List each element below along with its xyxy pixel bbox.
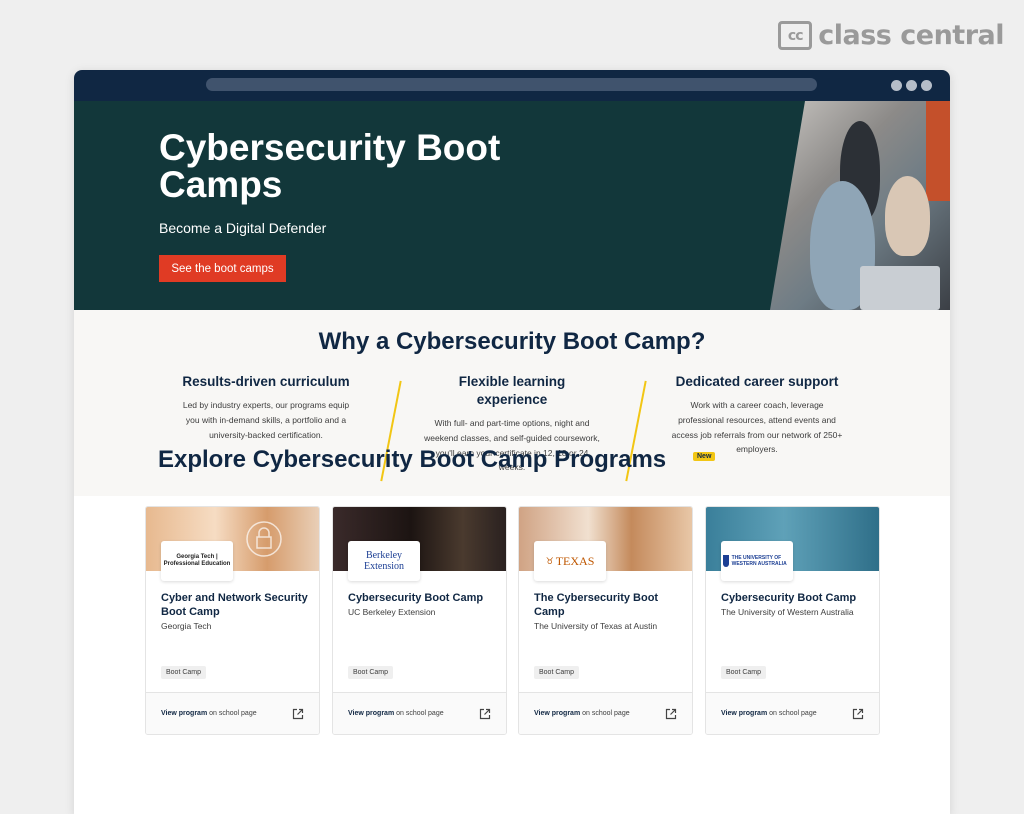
- card-image: ♉ TEXAS: [519, 507, 692, 581]
- card-title: Cybersecurity Boot Camp The University o…: [721, 591, 871, 618]
- card-footer[interactable]: View program on school page: [146, 692, 319, 734]
- feature-title: Flexible learning experience: [458, 374, 566, 407]
- card-footer[interactable]: View program on school page: [706, 692, 879, 734]
- new-badge: New: [693, 452, 716, 461]
- feature-description: Led by industry experts, our programs eq…: [182, 400, 350, 440]
- card-program-name[interactable]: Cybersecurity Boot Camp: [721, 591, 871, 605]
- card-tag: Boot Camp: [721, 666, 767, 679]
- class-central-mark: cc: [778, 21, 813, 50]
- window-dot-1[interactable]: [891, 80, 902, 91]
- hero-photo-accent: [926, 101, 950, 201]
- external-link-icon[interactable]: [292, 708, 304, 720]
- hero-photo-person-3: [885, 176, 930, 256]
- external-link-icon[interactable]: [479, 708, 491, 720]
- why-title: Why a Cybersecurity Boot Camp?: [318, 328, 706, 355]
- program-card-berkeley[interactable]: Berkeley Extension Cybersecurity Boot Ca…: [332, 506, 507, 735]
- see-boot-camps-button[interactable]: See the boot camps: [159, 255, 286, 282]
- card-footer[interactable]: View program on school page: [333, 692, 506, 734]
- card-school-name: The University of Western Australia: [721, 607, 854, 617]
- georgia-tech-logo-text: Georgia Tech | Professional Education: [163, 554, 231, 567]
- card-footer[interactable]: View program on school page: [519, 692, 692, 734]
- class-central-logo: cc class central: [778, 20, 1004, 51]
- card-tag: Boot Camp: [534, 666, 580, 679]
- card-school-name: UC Berkeley Extension: [348, 607, 436, 617]
- card-program-name[interactable]: The Cybersecurity Boot Camp: [534, 591, 684, 619]
- program-card-uwa[interactable]: THE UNIVERSITY OF WESTERN AUSTRALIA Cybe…: [705, 506, 880, 735]
- card-tag: Boot Camp: [161, 666, 207, 679]
- window-dot-2[interactable]: [906, 80, 917, 91]
- uwa-logo-text: THE UNIVERSITY OF WESTERN AUSTRALIA: [731, 555, 787, 567]
- view-program-link[interactable]: View program on school page: [161, 710, 257, 717]
- window-controls: [891, 80, 932, 91]
- view-program-link[interactable]: View program on school page: [534, 710, 630, 717]
- page-title: Cybersecurity Boot Camps: [159, 127, 501, 205]
- card-image: Georgia Tech | Professional Education: [146, 507, 319, 581]
- card-school-logo: ♉ TEXAS: [534, 541, 606, 581]
- external-link-icon[interactable]: [665, 708, 677, 720]
- card-school-name: Georgia Tech: [161, 621, 212, 631]
- view-program-link[interactable]: View program on school page: [721, 710, 817, 717]
- texas-logo-text: TEXAS: [555, 553, 595, 568]
- berkeley-logo-text: Berkeley Extension: [364, 550, 404, 572]
- feature-career-support: Dedicated career support Work with a car…: [657, 373, 857, 457]
- class-central-wordmark: class central: [818, 20, 1004, 51]
- card-image: Berkeley Extension: [333, 507, 506, 581]
- card-image: THE UNIVERSITY OF WESTERN AUSTRALIA: [706, 507, 879, 581]
- feature-title: Dedicated career support: [675, 374, 839, 389]
- hero-banner: Cybersecurity Boot Camps Become a Digita…: [74, 101, 950, 310]
- card-school-name: The University of Texas at Austin: [534, 621, 658, 631]
- hero-photo-classroom: [770, 101, 950, 310]
- card-school-logo: Georgia Tech | Professional Education: [161, 541, 233, 581]
- program-card-texas[interactable]: ♉ TEXAS The Cybersecurity Boot Camp The …: [518, 506, 693, 735]
- hero-photo-laptop: [860, 266, 940, 310]
- feature-results-driven: Results-driven curriculum Led by industr…: [166, 373, 366, 442]
- card-school-logo: THE UNIVERSITY OF WESTERN AUSTRALIA: [721, 541, 793, 581]
- card-title: Cybersecurity Boot Camp UC Berkeley Exte…: [348, 591, 498, 618]
- card-school-logo: Berkeley Extension: [348, 541, 420, 581]
- feature-description: Work with a career coach, leverage profe…: [671, 400, 843, 455]
- card-title: The Cybersecurity Boot Camp The Universi…: [534, 591, 684, 632]
- window-dot-3[interactable]: [921, 80, 932, 91]
- view-program-link[interactable]: View program on school page: [348, 710, 444, 717]
- address-bar[interactable]: [206, 78, 817, 91]
- lock-icon: [246, 521, 282, 557]
- card-tag: Boot Camp: [348, 666, 394, 679]
- card-title: Cyber and Network Security Boot Camp Geo…: [161, 591, 311, 632]
- explore-title: Explore Cybersecurity Boot Camp Programs: [158, 446, 667, 473]
- program-card-georgia-tech[interactable]: Georgia Tech | Professional Education Cy…: [145, 506, 320, 735]
- texas-longhorn-icon: ♉: [545, 555, 554, 566]
- browser-toolbar: [74, 70, 950, 101]
- hero-subtitle: Become a Digital Defender: [159, 220, 327, 236]
- card-program-name[interactable]: Cybersecurity Boot Camp: [348, 591, 498, 605]
- external-link-icon[interactable]: [852, 708, 864, 720]
- feature-title: Results-driven curriculum: [182, 374, 350, 389]
- card-program-name[interactable]: Cyber and Network Security Boot Camp: [161, 591, 311, 619]
- uwa-crest-icon: [723, 555, 729, 567]
